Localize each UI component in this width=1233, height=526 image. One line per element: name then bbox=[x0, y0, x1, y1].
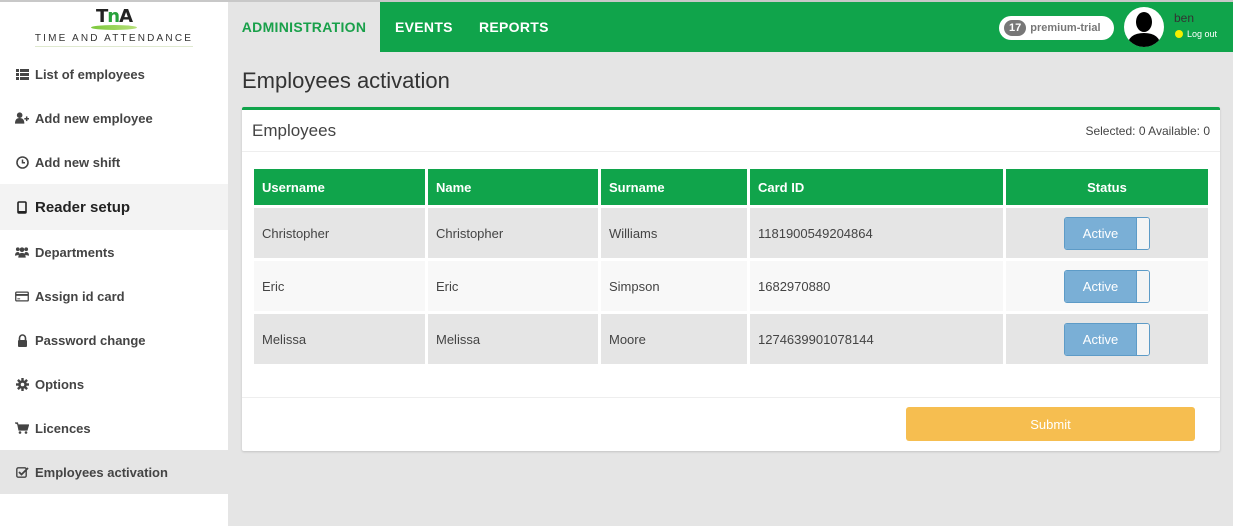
employees-panel: Employees Selected: 0 Available: 0 Usern… bbox=[242, 107, 1220, 451]
gear-icon bbox=[15, 377, 29, 391]
clock-icon bbox=[15, 155, 29, 169]
cell-status: Active bbox=[1006, 208, 1208, 258]
cell-card-id: 1682970880 bbox=[750, 261, 1003, 311]
cell-username: Eric bbox=[254, 261, 425, 311]
page-title: Employees activation bbox=[242, 68, 450, 93]
toggle-handle[interactable] bbox=[1136, 270, 1149, 302]
user-name: ben bbox=[1174, 11, 1195, 25]
tab-administration[interactable]: ADMINISTRATION bbox=[228, 2, 380, 52]
cell-username: Melissa bbox=[254, 314, 425, 364]
toggle-handle[interactable] bbox=[1136, 323, 1149, 355]
logout-label: Log out bbox=[1187, 29, 1218, 39]
sidebar-item-add-new-employee[interactable]: Add new employee bbox=[0, 96, 228, 140]
sidebar-item-label: Options bbox=[35, 376, 85, 392]
license-badge[interactable]: 17 premium-trial bbox=[999, 16, 1114, 40]
cart-icon bbox=[15, 421, 29, 435]
cell-username: Christopher bbox=[254, 208, 425, 258]
employees-table: Username Name Surname Card ID Status Chr… bbox=[251, 166, 1211, 367]
cell-name: Melissa bbox=[428, 314, 598, 364]
license-label: premium-trial bbox=[1030, 22, 1101, 34]
license-count: 17 bbox=[1004, 20, 1027, 36]
avatar[interactable] bbox=[1124, 7, 1164, 47]
sidebar-item-departments[interactable]: Departments bbox=[0, 230, 228, 274]
cell-name: Eric bbox=[428, 261, 598, 311]
cell-card-id: 1274639901078144 bbox=[750, 314, 1003, 364]
cell-status: Active bbox=[1006, 261, 1208, 311]
list-icon bbox=[15, 67, 29, 81]
lock-icon bbox=[15, 333, 29, 347]
credit-card-icon bbox=[15, 289, 29, 303]
sidebar-item-label: Departments bbox=[35, 244, 115, 260]
cell-status: Active bbox=[1006, 314, 1208, 364]
table-row: Melissa Melissa Moore 1274639901078144 A… bbox=[254, 314, 1208, 364]
cell-surname: Moore bbox=[601, 314, 747, 364]
logo-text: TIME AND ATTENDANCE bbox=[34, 33, 194, 47]
sidebar-item-label: List of employees bbox=[35, 66, 145, 82]
sidebar-item-employees-activation[interactable]: Employees activation bbox=[0, 450, 228, 494]
panel-title: Employees bbox=[252, 120, 337, 140]
panel-footer-divider bbox=[242, 397, 1220, 398]
users-icon bbox=[15, 245, 29, 259]
user-silhouette-icon bbox=[1127, 12, 1161, 47]
logout-link[interactable]: Log out bbox=[1175, 29, 1217, 39]
sidebar-item-label: Password change bbox=[35, 332, 146, 348]
status-toggle[interactable]: Active bbox=[1064, 322, 1150, 356]
toggle-handle[interactable] bbox=[1136, 217, 1149, 249]
toggle-label: Active bbox=[1065, 323, 1136, 355]
submit-button[interactable]: Submit bbox=[906, 407, 1195, 441]
sidebar-item-licences[interactable]: Licences bbox=[0, 406, 228, 450]
online-status-dot bbox=[1175, 30, 1183, 38]
user-plus-icon bbox=[15, 111, 29, 125]
sidebar-item-label: Reader setup bbox=[35, 198, 131, 216]
column-header-name[interactable]: Name bbox=[428, 169, 598, 205]
selection-stats: Selected: 0 Available: 0 bbox=[1085, 123, 1210, 138]
cell-surname: Williams bbox=[601, 208, 747, 258]
toggle-label: Active bbox=[1065, 270, 1136, 302]
status-toggle[interactable]: Active bbox=[1064, 269, 1150, 303]
sidebar-item-label: Employees activation bbox=[35, 464, 168, 480]
top-nav-bar: ADMINISTRATION EVENTS REPORTS 17 premium… bbox=[228, 2, 1233, 52]
sidebar-item-list-of-employees[interactable]: List of employees bbox=[0, 52, 228, 96]
sidebar-item-add-new-shift[interactable]: Add new shift bbox=[0, 140, 228, 184]
sidebar-item-reader-setup[interactable]: Reader setup bbox=[0, 184, 228, 230]
table-row: Christopher Christopher Williams 1181900… bbox=[254, 208, 1208, 258]
column-header-card-id[interactable]: Card ID bbox=[750, 169, 1003, 205]
column-header-username[interactable]: Username bbox=[254, 169, 425, 205]
tab-events[interactable]: EVENTS bbox=[395, 2, 453, 52]
tablet-icon bbox=[15, 200, 29, 214]
cell-surname: Simpson bbox=[601, 261, 747, 311]
sidebar-item-label: Add new shift bbox=[35, 154, 121, 170]
sidebar-item-label: Add new employee bbox=[35, 110, 153, 126]
app-logo[interactable]: TnA TIME AND ATTENDANCE bbox=[0, 2, 228, 52]
sidebar-item-assign-id-card[interactable]: Assign id card bbox=[0, 274, 228, 318]
column-header-surname[interactable]: Surname bbox=[601, 169, 747, 205]
status-toggle[interactable]: Active bbox=[1064, 216, 1150, 250]
sidebar-item-label: Assign id card bbox=[35, 288, 125, 304]
logo-mark: TnA bbox=[95, 5, 133, 27]
tab-reports[interactable]: REPORTS bbox=[479, 2, 549, 52]
table-header-row: Username Name Surname Card ID Status bbox=[254, 169, 1208, 205]
sidebar: TnA TIME AND ATTENDANCE List of employee… bbox=[0, 2, 228, 526]
panel-header: Employees Selected: 0 Available: 0 bbox=[242, 110, 1220, 152]
cell-card-id: 1181900549204864 bbox=[750, 208, 1003, 258]
cell-name: Christopher bbox=[428, 208, 598, 258]
check-square-icon bbox=[15, 465, 29, 479]
sidebar-item-options[interactable]: Options bbox=[0, 362, 228, 406]
column-header-status[interactable]: Status bbox=[1006, 169, 1208, 205]
table-row: Eric Eric Simpson 1682970880 Active bbox=[254, 261, 1208, 311]
toggle-label: Active bbox=[1065, 217, 1136, 249]
sidebar-item-password-change[interactable]: Password change bbox=[0, 318, 228, 362]
sidebar-item-label: Licences bbox=[35, 420, 91, 436]
